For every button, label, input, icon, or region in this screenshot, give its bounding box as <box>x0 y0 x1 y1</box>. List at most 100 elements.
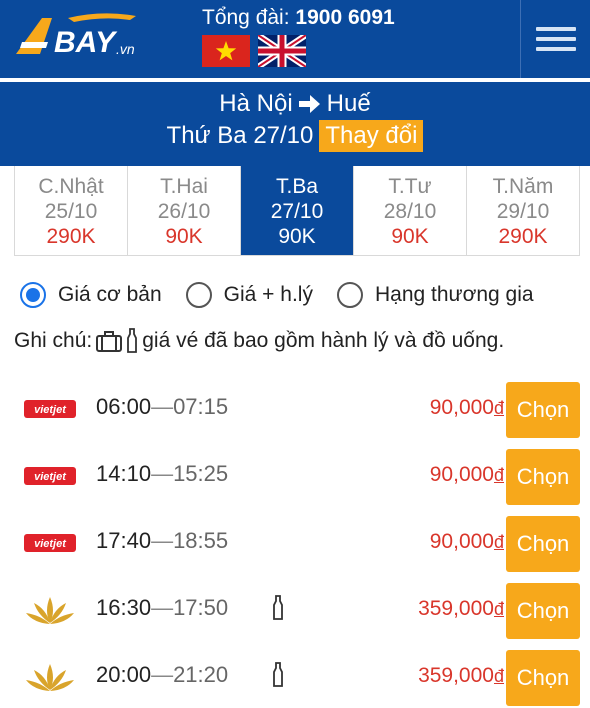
date-tab-thu[interactable]: T.Năm 29/10 290K <box>467 166 579 255</box>
vietjet-logo-icon: vietjet <box>24 467 76 485</box>
tab-day: T.Hai <box>160 175 208 198</box>
date-line: Thứ Ba 27/10 Thay đổi <box>0 120 590 152</box>
filter-basic[interactable]: Giá cơ bản <box>20 282 162 308</box>
depart-time: 16:30 <box>96 595 152 620</box>
tab-date: 28/10 <box>383 200 437 223</box>
route-line: Hà Nội Huế <box>0 90 590 118</box>
date-tabs: C.Nhật 25/10 290K T.Hai 26/10 90K T.Ba 2… <box>14 166 580 256</box>
date-tab-mon[interactable]: T.Hai 26/10 90K <box>128 166 241 255</box>
hotline[interactable]: Tổng đài: 1900 6091 <box>202 6 395 30</box>
vietjet-logo-icon: vietjet <box>24 400 76 418</box>
tab-day: T.Năm <box>492 175 554 198</box>
tab-day: T.Tư <box>388 175 432 198</box>
choose-button[interactable]: Chọn <box>506 583 580 639</box>
radio-business[interactable] <box>336 282 363 308</box>
flight-row[interactable]: 20:00—21:20 359,000đ Chọn <box>0 648 590 708</box>
tab-date: 27/10 <box>270 200 324 223</box>
flight-price: 90,000đ <box>429 530 504 553</box>
flight-price: 359,000đ <box>418 597 504 620</box>
depart-time: 06:00 <box>96 394 152 419</box>
tab-price: 90K <box>391 225 429 248</box>
currency-symbol: đ <box>493 398 504 418</box>
hotline-number[interactable]: 1900 6091 <box>295 6 394 29</box>
language-flags <box>202 35 306 67</box>
flight-times: 17:40—18:55 <box>96 528 229 553</box>
arrow-right-icon <box>298 95 320 113</box>
abay-logo-icon: BAY .vn <box>16 13 136 59</box>
depart-time: 20:00 <box>96 662 152 687</box>
airline-logo-text: vietjet <box>34 538 67 550</box>
lotus-logo-icon <box>26 597 74 624</box>
arrive-time: 15:25 <box>173 461 229 486</box>
filter-business-label: Hạng thương gia <box>374 283 534 306</box>
hamburger-menu-icon[interactable] <box>520 0 590 78</box>
tab-day: C.Nhật <box>38 175 104 198</box>
route-summary: Hà Nội Huế Thứ Ba 27/10 Thay đổi <box>0 82 590 166</box>
tab-date: 25/10 <box>44 200 98 223</box>
flight-row[interactable]: vietjet 14:10—15:25 90,000đ Chọn <box>0 447 590 507</box>
date-tab-sun[interactable]: C.Nhật 25/10 290K <box>15 166 128 255</box>
hotline-label: Tổng đài: <box>202 6 290 29</box>
radio-basic[interactable] <box>20 282 46 308</box>
change-button[interactable]: Thay đổi <box>319 120 424 152</box>
flight-price: 90,000đ <box>429 463 504 486</box>
filter-baggage-label: Giá + h.lý <box>223 283 313 306</box>
fare-filters: Giá cơ bản Giá + h.lý Hạng thương gia <box>20 282 558 308</box>
arrive-time: 07:15 <box>173 394 229 419</box>
flight-price: 359,000đ <box>418 664 504 687</box>
tab-day: T.Ba <box>275 175 319 198</box>
airline-logo-text: vietjet <box>34 404 67 416</box>
date-tab-wed[interactable]: T.Tư 28/10 90K <box>354 166 467 255</box>
tab-price: 290K <box>46 225 96 248</box>
choose-button[interactable]: Chọn <box>506 449 580 505</box>
tab-price: 290K <box>498 225 548 248</box>
currency-symbol: đ <box>493 532 504 552</box>
vietnam-flag-icon[interactable] <box>202 35 250 67</box>
origin-city: Hà Nội <box>219 90 293 117</box>
filter-business[interactable]: Hạng thương gia <box>336 282 534 308</box>
filter-basic-label: Giá cơ bản <box>58 283 162 306</box>
flight-row[interactable]: vietjet 17:40—18:55 90,000đ Chọn <box>0 514 590 574</box>
tab-price: 90K <box>278 225 316 248</box>
flight-times: 20:00—21:20 <box>96 662 229 687</box>
currency-symbol: đ <box>493 465 504 485</box>
luggage-icon <box>96 331 123 352</box>
fare-note: Ghi chú: giá vé đã bao gồm hành lý và đồ… <box>14 328 504 354</box>
logo-text: BAY <box>54 26 118 59</box>
tab-date: 29/10 <box>496 200 550 223</box>
tab-date: 26/10 <box>157 200 211 223</box>
radio-baggage[interactable] <box>185 282 212 308</box>
note-label: Ghi chú: <box>14 329 93 352</box>
arrive-time: 21:20 <box>173 662 229 687</box>
arrive-time: 17:50 <box>173 595 229 620</box>
travel-date: Thứ Ba 27/10 <box>166 122 314 149</box>
choose-button[interactable]: Chọn <box>506 650 580 706</box>
choose-button[interactable]: Chọn <box>506 516 580 572</box>
flight-row[interactable]: vietjet 06:00—07:15 90,000đ Chọn <box>0 380 590 440</box>
flight-times: 16:30—17:50 <box>96 595 229 620</box>
logo-suffix: .vn <box>116 41 135 57</box>
abay-logo[interactable]: BAY .vn <box>12 8 142 60</box>
flight-row[interactable]: 16:30—17:50 359,000đ Chọn <box>0 581 590 641</box>
lotus-logo-icon <box>26 664 74 691</box>
choose-button[interactable]: Chọn <box>506 382 580 438</box>
tab-price: 90K <box>165 225 203 248</box>
date-tab-tue[interactable]: T.Ba 27/10 90K <box>241 166 354 255</box>
bottle-icon <box>273 662 283 687</box>
flight-times: 14:10—15:25 <box>96 461 229 486</box>
flight-times: 06:00—07:15 <box>96 394 229 419</box>
depart-time: 17:40 <box>96 528 152 553</box>
vietjet-logo-icon: vietjet <box>24 534 76 552</box>
filter-baggage[interactable]: Giá + h.lý <box>185 282 313 308</box>
flight-price: 90,000đ <box>429 396 504 419</box>
currency-symbol: đ <box>493 666 504 686</box>
bottle-icon <box>273 595 283 620</box>
app-header: BAY .vn Tổng đài: 1900 6091 <box>0 0 590 78</box>
depart-time: 14:10 <box>96 461 152 486</box>
airline-logo-text: vietjet <box>34 471 67 483</box>
uk-flag-icon[interactable] <box>258 35 306 67</box>
currency-symbol: đ <box>493 599 504 619</box>
note-text: giá vé đã bao gồm hành lý và đồ uống. <box>142 329 505 352</box>
arrive-time: 18:55 <box>173 528 229 553</box>
bottle-icon <box>127 328 138 353</box>
